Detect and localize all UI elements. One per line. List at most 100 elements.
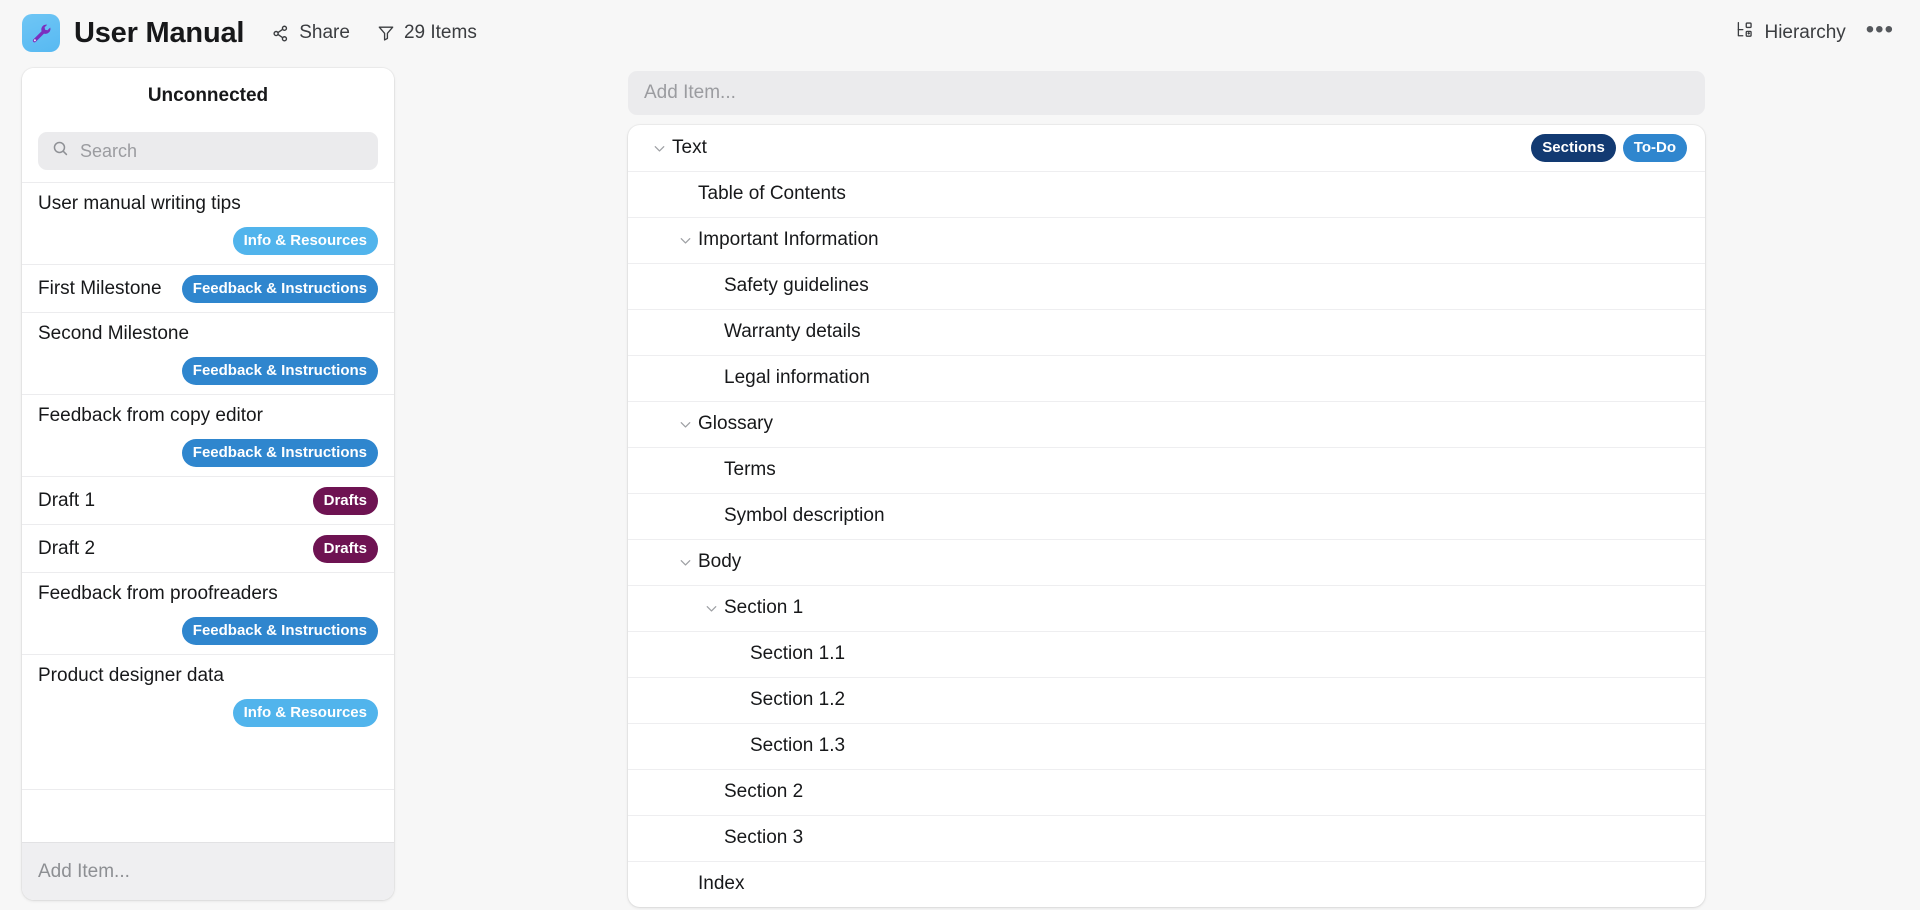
status-badge[interactable]: Info & Resources [233, 227, 378, 255]
list-empty-space [22, 789, 394, 843]
row-divider [698, 263, 1705, 264]
list-item[interactable]: First Milestone Feedback & Instructions [22, 264, 394, 312]
hierarchy-button[interactable]: Hierarchy [1734, 20, 1845, 47]
filter-items-button[interactable]: 29 Items [376, 22, 477, 44]
tree-row-label: Body [698, 551, 741, 573]
row-divider [698, 769, 1705, 770]
row-divider [672, 217, 1705, 218]
tree-row[interactable]: Legal information [628, 355, 1705, 401]
tree-row[interactable]: Section 1.3 [628, 723, 1705, 769]
tree-row[interactable]: Section 1.2 [628, 677, 1705, 723]
list-item[interactable]: Product designer data Info & Resources [22, 654, 394, 736]
tree-row[interactable]: Section 1.1 [628, 631, 1705, 677]
row-divider [698, 585, 1705, 586]
filter-icon [376, 23, 396, 43]
list-item[interactable]: Draft 2 Drafts [22, 524, 394, 572]
list-item-label: User manual writing tips [38, 193, 241, 215]
more-options-button[interactable]: ••• [1866, 18, 1894, 48]
list-item-content: Second Milestone Feedback & Instructions [38, 323, 378, 385]
share-icon [270, 23, 291, 44]
list-item-label: Second Milestone [38, 323, 189, 345]
add-item-placeholder: Add Item... [644, 82, 736, 104]
chevron-placeholder [698, 370, 724, 387]
top-bar: User Manual Share 29 Items [0, 0, 1920, 66]
tree-row[interactable]: TextSectionsTo-Do [628, 125, 1705, 171]
status-badge[interactable]: Drafts [313, 487, 378, 515]
chevron-placeholder [698, 784, 724, 801]
status-badge[interactable]: Feedback & Instructions [182, 357, 378, 385]
tree-row[interactable]: Safety guidelines [628, 263, 1705, 309]
list-item-label: Feedback from copy editor [38, 405, 263, 427]
tree-row[interactable]: Body [628, 539, 1705, 585]
tree-row-label: Section 1.3 [750, 735, 845, 757]
row-divider [698, 447, 1705, 448]
row-divider [698, 493, 1705, 494]
sidebar-add-item-placeholder: Add Item... [38, 861, 130, 883]
chevron-placeholder [672, 876, 698, 893]
status-badge[interactable]: Feedback & Instructions [182, 617, 378, 645]
row-divider [672, 539, 1705, 540]
status-badge[interactable]: Sections [1531, 134, 1616, 162]
list-item-content: Draft 2 Drafts [38, 535, 378, 563]
tree-row-label: Glossary [698, 413, 773, 435]
tree-row[interactable]: Table of Contents [628, 171, 1705, 217]
row-divider [672, 401, 1705, 402]
status-badge[interactable]: Feedback & Instructions [182, 275, 378, 303]
list-item-content: User manual writing tips Info & Resources [38, 193, 378, 255]
tree-row[interactable]: Section 3 [628, 815, 1705, 861]
tree-row-label: Terms [724, 459, 776, 481]
list-item[interactable]: Second Milestone Feedback & Instructions [22, 312, 394, 394]
tree-row[interactable]: Glossary [628, 401, 1705, 447]
list-item[interactable]: Draft 1Drafts [22, 476, 394, 524]
list-item-label: Product designer data [38, 665, 224, 687]
chevron-placeholder [698, 462, 724, 479]
wrench-icon[interactable] [22, 14, 60, 52]
share-button[interactable]: Share [270, 22, 350, 44]
chevron-placeholder [698, 508, 724, 525]
search-input[interactable]: Search [38, 132, 378, 170]
tree-row-label: Legal information [724, 367, 870, 389]
list-item[interactable]: Feedback from proofreadersFeedback & Ins… [22, 572, 394, 654]
chevron-down-icon[interactable] [646, 140, 672, 157]
sidebar-add-item-input[interactable]: Add Item... [22, 842, 394, 900]
list-item-content: First Milestone Feedback & Instructions [38, 275, 378, 303]
unconnected-panel: Unconnected Search User manual writing t… [22, 68, 394, 900]
tree-row[interactable]: Section 1 [628, 585, 1705, 631]
tree-row[interactable]: Important Information [628, 217, 1705, 263]
chevron-down-icon[interactable] [672, 416, 698, 433]
tree-row[interactable]: Section 2 [628, 769, 1705, 815]
status-badge[interactable]: To-Do [1623, 134, 1687, 162]
tree-row[interactable]: Warranty details [628, 309, 1705, 355]
row-divider [698, 815, 1705, 816]
chevron-down-icon[interactable] [672, 554, 698, 571]
status-badge[interactable]: Drafts [313, 535, 378, 563]
list-item[interactable]: Feedback from copy editor Feedback & Inst… [22, 394, 394, 476]
tree-row-label: Table of Contents [698, 183, 846, 205]
chevron-placeholder [724, 692, 750, 709]
tree-row[interactable]: Index [628, 861, 1705, 907]
row-divider [724, 677, 1705, 678]
tree-row-label: Symbol description [724, 505, 885, 527]
status-badge[interactable]: Info & Resources [233, 699, 378, 727]
list-item-content: Product designer data Info & Resources [38, 665, 378, 727]
tree-row[interactable]: Symbol description [628, 493, 1705, 539]
share-label: Share [299, 22, 350, 44]
list-item-content: Feedback from copy editor Feedback & Inst… [38, 405, 378, 467]
tree-row[interactable]: Terms [628, 447, 1705, 493]
chevron-placeholder [724, 738, 750, 755]
row-divider [672, 171, 1705, 172]
list-item-label: Draft 2 [38, 538, 95, 560]
list-item[interactable]: User manual writing tips Info & Resources [22, 182, 394, 264]
row-divider [698, 355, 1705, 356]
tree-row-label: Index [698, 873, 744, 895]
row-divider [724, 723, 1705, 724]
list-item-label: First Milestone [38, 278, 162, 300]
chevron-down-icon[interactable] [698, 600, 724, 617]
tree-row-label: Warranty details [724, 321, 861, 343]
chevron-down-icon[interactable] [672, 232, 698, 249]
add-item-input[interactable]: Add Item... [628, 71, 1705, 115]
chevron-placeholder [698, 324, 724, 341]
hierarchy-label: Hierarchy [1764, 22, 1845, 44]
status-badge[interactable]: Feedback & Instructions [182, 439, 378, 467]
row-divider [724, 631, 1705, 632]
